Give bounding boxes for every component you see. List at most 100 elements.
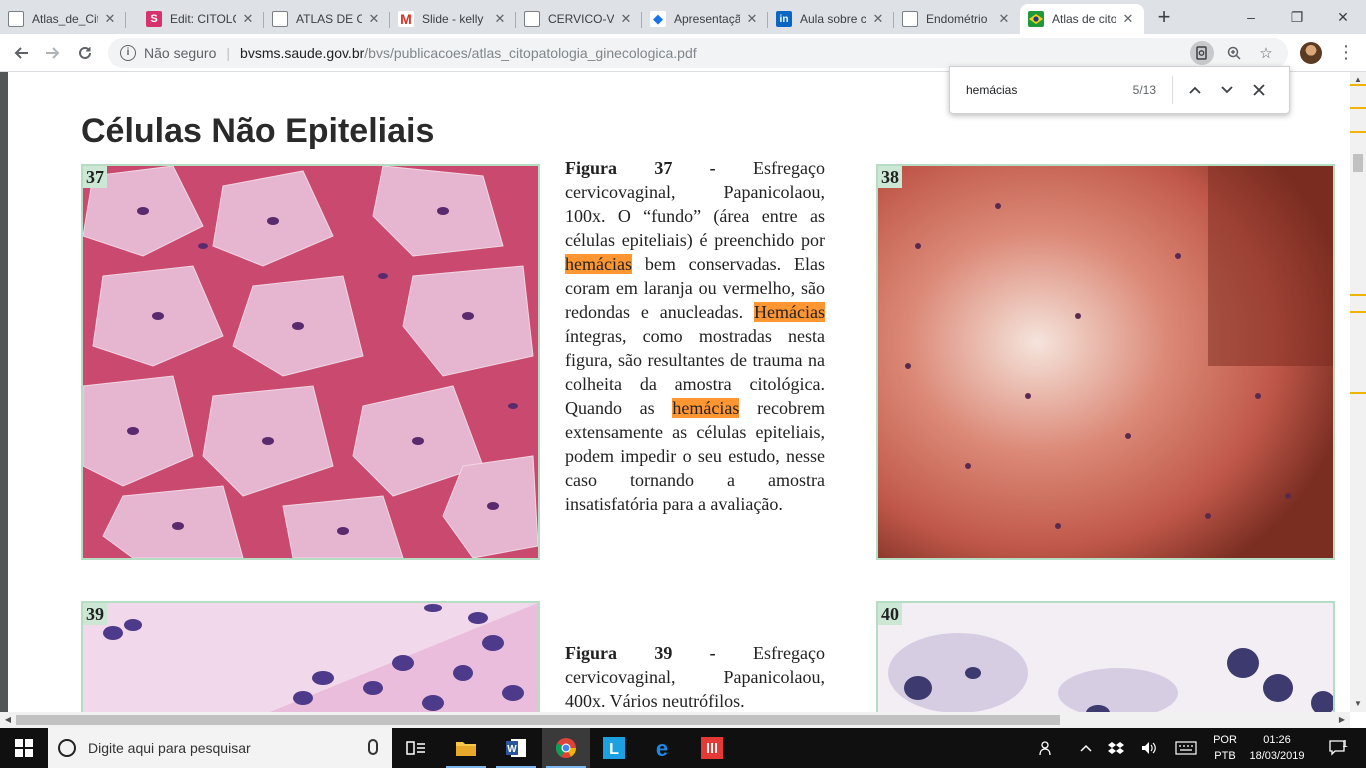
tab-edit-citologia[interactable]: S Edit: CITOLOGIA ✕ (138, 4, 264, 34)
vertical-scrollbar[interactable]: ▲ ▼ (1350, 72, 1366, 712)
close-icon[interactable]: ✕ (996, 11, 1012, 27)
tab-atlas-de-citopatologia[interactable]: Atlas_de_Citopatologia ✕ (0, 4, 126, 34)
tab-aula-sobre-citologia[interactable]: in Aula sobre citologia ✕ (768, 4, 894, 34)
taskbar-search[interactable]: Digite aqui para pesquisar (48, 728, 392, 768)
s-logo-icon: S (146, 11, 162, 27)
app-l-button[interactable]: L (590, 728, 638, 768)
tab-title: Atlas de citopatologia (1052, 12, 1116, 26)
find-next-button[interactable] (1211, 74, 1243, 106)
tab-strip: Atlas_de_Citopatologia ✕ S Edit: CITOLOG… (0, 0, 1366, 34)
figure-39-caption: Figura 39 - Esfregaço cervicovaginal, Pa… (565, 643, 825, 711)
figure-number: 37 (83, 166, 107, 188)
profile-avatar[interactable] (1300, 42, 1322, 64)
chevron-up-icon (1189, 86, 1201, 94)
info-icon[interactable]: i (120, 45, 136, 61)
caption-label: Figura 37 - (565, 158, 716, 178)
back-button[interactable] (8, 40, 34, 66)
scroll-right-icon[interactable]: ▶ (1334, 712, 1350, 728)
people-icon[interactable] (1034, 728, 1060, 768)
volume-icon[interactable] (1136, 728, 1162, 768)
document-icon (524, 11, 540, 27)
figure-37-caption: Figura 37 - Esfregaço cervicovaginal, Pa… (565, 158, 826, 514)
notification-count: 1 (1342, 738, 1348, 750)
bookmark-star-icon[interactable]: ☆ (1254, 41, 1278, 65)
tab-title: Apresentação (674, 12, 740, 26)
word-button[interactable]: W (492, 728, 540, 768)
find-close-button[interactable] (1243, 74, 1275, 106)
find-previous-button[interactable] (1179, 74, 1211, 106)
close-icon[interactable]: ✕ (1120, 11, 1136, 27)
find-match-count: 5/13 (1132, 83, 1156, 97)
tab-endometrio[interactable]: Endométrio ✕ (894, 4, 1020, 34)
system-clock[interactable]: 01:26 18/03/2019 (1244, 732, 1310, 764)
close-icon[interactable]: ✕ (744, 11, 760, 27)
close-icon[interactable]: ✕ (366, 11, 382, 27)
task-view-button[interactable] (392, 728, 440, 768)
tab-title: CERVICO-VAGINAL (548, 12, 614, 26)
windows-logo-icon (15, 739, 33, 757)
close-icon[interactable]: ✕ (618, 11, 634, 27)
scroll-thumb[interactable] (16, 715, 1060, 725)
tab-atlas-de-citopatologia-active[interactable]: Atlas de citopatologia ✕ (1020, 4, 1144, 34)
chevron-up-icon[interactable] (1074, 728, 1098, 768)
find-bar: hemácias 5/13 (949, 66, 1290, 114)
scroll-thumb[interactable] (1353, 154, 1363, 172)
start-button[interactable] (0, 728, 48, 768)
figure-number: 38 (878, 166, 902, 188)
action-center-button[interactable]: 1 (1318, 728, 1358, 768)
caption-label: Figura 39 - (565, 643, 716, 663)
tab-slide-kelly[interactable]: M Slide - kelly ✕ (390, 4, 516, 34)
tab-atlas-de-citopatologia-2[interactable]: ATLAS DE CITOPATOLOGIA ✕ (264, 4, 390, 34)
page-heading: Células Não Epiteliais (81, 112, 435, 150)
input-language[interactable]: POR PTB (1208, 732, 1242, 764)
svg-text:e: e (656, 737, 668, 759)
scroll-down-icon[interactable]: ▼ (1350, 696, 1366, 712)
horizontal-scrollbar[interactable]: ◀ ▶ (0, 712, 1350, 728)
security-status: Não seguro (144, 45, 217, 61)
zoom-icon[interactable] (1222, 41, 1246, 65)
arrow-left-icon (14, 47, 28, 59)
pdf-page: Células Não Epiteliais 37 Figura 37 - Es… (8, 72, 1350, 712)
find-input[interactable]: hemácias (966, 83, 1116, 97)
menu-dots-icon[interactable]: ⋮ (1336, 41, 1356, 65)
linkedin-icon: in (776, 11, 792, 27)
tab-title: Aula sobre citologia (800, 12, 866, 26)
scroll-left-icon[interactable]: ◀ (0, 712, 16, 728)
dropbox-icon[interactable] (1104, 728, 1128, 768)
tab-cervico-vaginal[interactable]: CERVICO-VAGINAL ✕ (516, 4, 642, 34)
find-in-page-icon[interactable] (1190, 41, 1214, 65)
file-explorer-button[interactable] (442, 728, 490, 768)
pdf-viewer[interactable]: Células Não Epiteliais 37 Figura 37 - Es… (0, 72, 1366, 712)
search-match-marker (1350, 107, 1366, 109)
figure-39-image: 39 (81, 601, 540, 712)
edge-button[interactable]: e (638, 728, 686, 768)
clock-date: 18/03/2019 (1249, 750, 1305, 762)
url-path: /bvs/publicacoes/atlas_citopatologia_gin… (364, 45, 697, 61)
tab-apresentacao[interactable]: ◆ Apresentação ✕ (642, 4, 768, 34)
close-icon[interactable]: ✕ (492, 11, 508, 27)
minimize-button[interactable]: – (1228, 0, 1274, 34)
search-match-marker (1350, 294, 1366, 296)
microphone-icon[interactable] (368, 739, 378, 755)
address-bar[interactable]: i Não seguro | bvsms.saude.gov.br/bvs/pu… (108, 38, 1288, 68)
maximize-button[interactable]: ❐ (1274, 0, 1320, 34)
forward-button[interactable] (40, 40, 66, 66)
keyboard-icon[interactable] (1170, 728, 1202, 768)
red-app-button[interactable] (688, 728, 736, 768)
close-icon[interactable]: ✕ (102, 11, 118, 27)
tab-title: Atlas_de_Citopatologia (32, 12, 98, 26)
chrome-button[interactable] (542, 728, 590, 768)
figure-37-image: 37 (81, 164, 540, 560)
tab-title: Slide - kelly (422, 12, 484, 26)
svg-text:W: W (507, 744, 517, 755)
reload-button[interactable] (72, 40, 98, 66)
close-window-button[interactable]: ✕ (1320, 0, 1366, 34)
cortana-icon (58, 739, 76, 757)
close-icon[interactable]: ✕ (870, 11, 886, 27)
search-highlight: hemácias (672, 398, 740, 418)
chevron-down-icon (1221, 86, 1233, 94)
new-tab-button[interactable]: + (1152, 6, 1176, 30)
document-icon (8, 11, 24, 27)
figure-number: 39 (83, 603, 107, 625)
close-icon[interactable]: ✕ (240, 11, 256, 27)
